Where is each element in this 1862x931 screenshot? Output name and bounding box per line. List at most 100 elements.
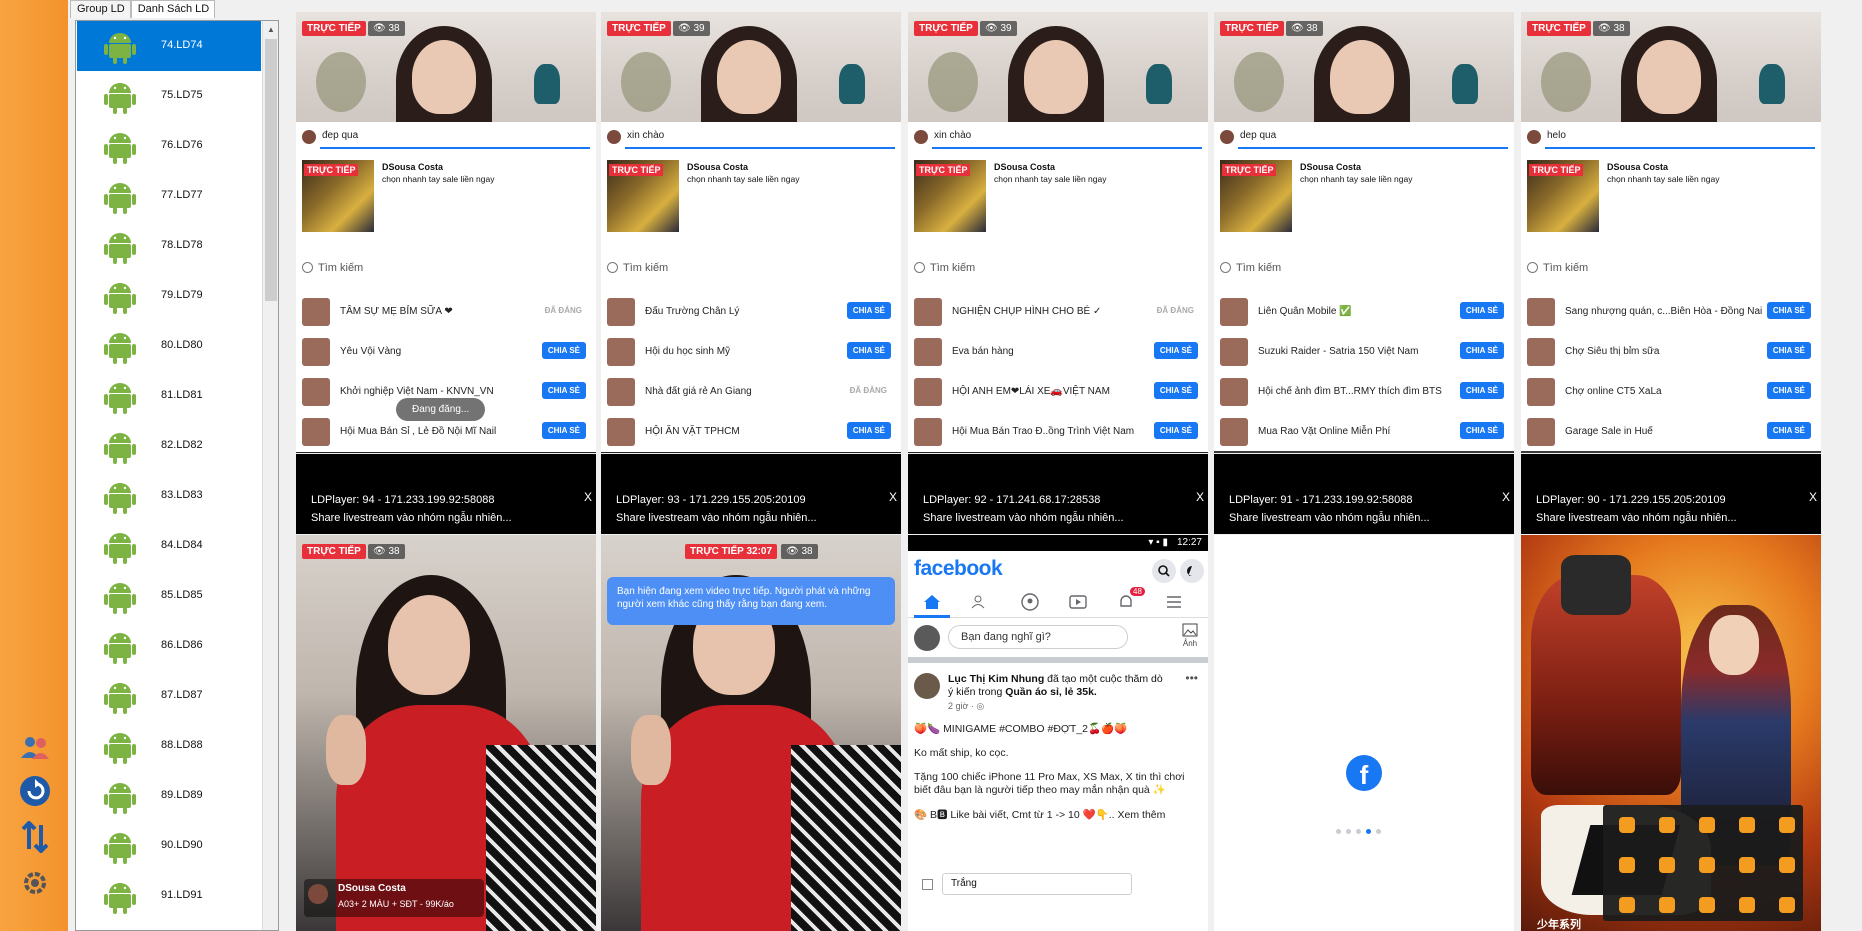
app-shortcut-icon[interactable] [1659,897,1675,913]
share-button[interactable]: CHIA SẺ [1766,302,1811,319]
more-options-icon[interactable]: ••• [1185,671,1198,685]
app-shortcut-icon[interactable] [1739,897,1755,913]
share-button[interactable]: CHIA SẺ [1153,342,1198,359]
group-row[interactable]: Chợ Siêu thị bỉm sữa CHIA SẺ [1527,332,1815,372]
list-scrollbar[interactable]: ▲ [262,21,278,930]
groups-icon[interactable] [1020,592,1040,612]
share-button[interactable]: CHIA SẺ [1766,342,1811,359]
share-button[interactable]: CHIA SẺ [1459,342,1504,359]
game-launch-screen[interactable]: 少年系列 [1521,535,1821,931]
device-list-item[interactable]: 88.LD88 [77,721,261,771]
comment-input[interactable]: xin chào [914,122,1202,152]
device-list-item[interactable]: 83.LD83 [77,471,261,521]
app-shortcut-icon[interactable] [1739,857,1755,873]
group-row[interactable]: HỘI ĂN VẶT TPHCM CHIA SẺ [607,412,895,452]
share-button[interactable]: CHIA SẺ [1766,382,1811,399]
comment-text[interactable]: đep qua [322,130,358,141]
group-row[interactable]: Hội chế ảnh đìm BT...RMY thích đìm BTS CH… [1220,372,1508,412]
share-button[interactable]: CHIA SẺ [1766,422,1811,439]
device-list-item[interactable]: 84.LD84 [77,521,261,571]
emulator-screen-88[interactable]: TRỰC TIẾP 👁 38 DSousa Costa A03+ 2 MÀU +… [296,535,596,931]
emulator-screen[interactable]: TRỰC TIẾP 👁 39 xin chào TRỰC TIẾP DSousa Cos… [908,12,1208,453]
group-row[interactable]: Yêu Vội Vàng CHIA SẺ [302,332,590,372]
poll-option-label[interactable]: Trắng [942,873,1132,895]
refresh-icon[interactable] [18,774,52,808]
app-shortcut-icon[interactable] [1739,817,1755,833]
device-list-item[interactable]: 87.LD87 [77,671,261,721]
close-icon[interactable]: X [584,490,592,504]
composer-input[interactable]: Bạn đang nghĩ gì? [948,625,1128,649]
group-row[interactable]: Đấu Trường Chân Lý CHIA SẺ [607,292,895,332]
group-search[interactable]: Tìm kiếm [1220,262,1281,274]
group-row[interactable]: TÂM SỰ MẸ BỈM SỮA ❤ ĐÃ ĐĂNG [302,292,590,332]
device-list-item[interactable]: 79.LD79 [77,271,261,321]
users-icon[interactable] [18,730,52,764]
group-row[interactable]: NGHIỆN CHỤP HÌNH CHO BÉ ✓ ĐÃ ĐĂNG [914,292,1202,332]
comment-input[interactable]: dep qua [1220,122,1508,152]
share-button[interactable]: CHIA SẺ [1459,302,1504,319]
device-list-item[interactable]: 74.LD74 [77,21,261,71]
avatar[interactable] [914,673,940,699]
friends-icon[interactable] [970,592,990,612]
emulator-screen-84[interactable]: 少年系列 [1521,535,1821,931]
comment-input[interactable]: xin chào [607,122,895,152]
device-list-item[interactable]: 77.LD77 [77,171,261,221]
device-list-item[interactable]: 89.LD89 [77,771,261,821]
scroll-thumb[interactable] [265,39,277,301]
device-list-item[interactable]: 75.LD75 [77,71,261,121]
device-list-item[interactable]: 82.LD82 [77,421,261,471]
gear-icon[interactable] [18,866,52,900]
avatar[interactable] [914,625,940,651]
comment-text[interactable]: dep qua [1240,130,1276,141]
emulator-screen[interactable]: TRỰC TIẾP 👁 38 đep qua TRỰC TIẾP DSousa Cost… [296,12,596,453]
app-shortcut-icon[interactable] [1699,817,1715,833]
emulator-screen-86[interactable]: ▾ ▪ ▮ 12:27 facebook 48 Bạn đang nghĩ gì… [908,535,1208,931]
emulator-screen[interactable]: TRỰC TIẾP 👁 38 dep qua TRỰC TIẾP DSousa Cost… [1214,12,1514,453]
scroll-up-icon[interactable]: ▲ [263,21,278,37]
poll-checkbox[interactable] [922,879,933,890]
close-icon[interactable]: X [889,490,897,504]
share-button[interactable]: CHIA SẺ [846,342,891,359]
group-row[interactable]: Eva bán hàng CHIA SẺ [914,332,1202,372]
device-list-item[interactable]: 90.LD90 [77,821,261,871]
app-shortcut-icon[interactable] [1619,897,1635,913]
group-row[interactable]: Hội Mua Bán Trao Đ..ồng Trình Việt Nam CH… [914,412,1202,452]
search-icon[interactable] [1152,559,1176,583]
emulator-screen[interactable]: TRỰC TIẾP 👁 38 helo TRỰC TIẾP DSousa Costa ch… [1521,12,1821,453]
close-icon[interactable]: X [1502,490,1510,504]
app-shortcut-icon[interactable] [1779,817,1795,833]
device-list-item[interactable]: 76.LD76 [77,121,261,171]
device-list-item[interactable]: 86.LD86 [77,621,261,671]
app-shortcut-icon[interactable] [1779,857,1795,873]
watch-icon[interactable] [1068,592,1088,612]
group-search[interactable]: Tìm kiếm [914,262,975,274]
share-button[interactable]: CHIA SẺ [1153,382,1198,399]
app-shortcut-icon[interactable] [1659,857,1675,873]
group-row[interactable]: Liên Quân Mobile ✅ CHIA SẺ [1220,292,1508,332]
comment-text[interactable]: xin chào [627,130,664,141]
tab-device-list[interactable]: Danh Sách LD [130,0,216,18]
group-search[interactable]: Tìm kiếm [607,262,668,274]
close-icon[interactable]: X [1809,490,1817,504]
home-icon[interactable] [922,592,942,612]
group-row[interactable]: Suzuki Raider - Satria 150 Việt Nam CHIA … [1220,332,1508,372]
share-button[interactable]: CHIA SẺ [541,342,586,359]
group-row[interactable]: Chợ online CT5 XaLa CHIA SẺ [1527,372,1815,412]
photo-button[interactable]: Ảnh [1182,623,1198,648]
poll-option[interactable]: Trắng [914,873,1202,895]
share-button[interactable]: CHIA SẺ [846,422,891,439]
app-shortcut-icon[interactable] [1659,817,1675,833]
app-shortcut-icon[interactable] [1779,897,1795,913]
comment-text[interactable]: helo [1547,130,1566,141]
comment-input[interactable]: đep qua [302,122,590,152]
app-shortcut-icon[interactable] [1699,897,1715,913]
sort-icon[interactable] [18,820,52,854]
comment-text[interactable]: xin chào [934,130,971,141]
device-list-item[interactable]: 81.LD81 [77,371,261,421]
tab-group-ld[interactable]: Group LD [70,0,131,18]
messenger-icon[interactable] [1180,559,1204,583]
post-group[interactable]: Quần áo sỉ, lẻ 35k. [1005,686,1097,698]
share-button[interactable]: CHIA SẺ [541,422,586,439]
post-author[interactable]: Lục Thị Kim Nhung [948,673,1044,685]
device-list[interactable]: 74.LD74 75.LD75 76.LD76 77.LD77 78.LD78 79.LD… [75,20,279,931]
